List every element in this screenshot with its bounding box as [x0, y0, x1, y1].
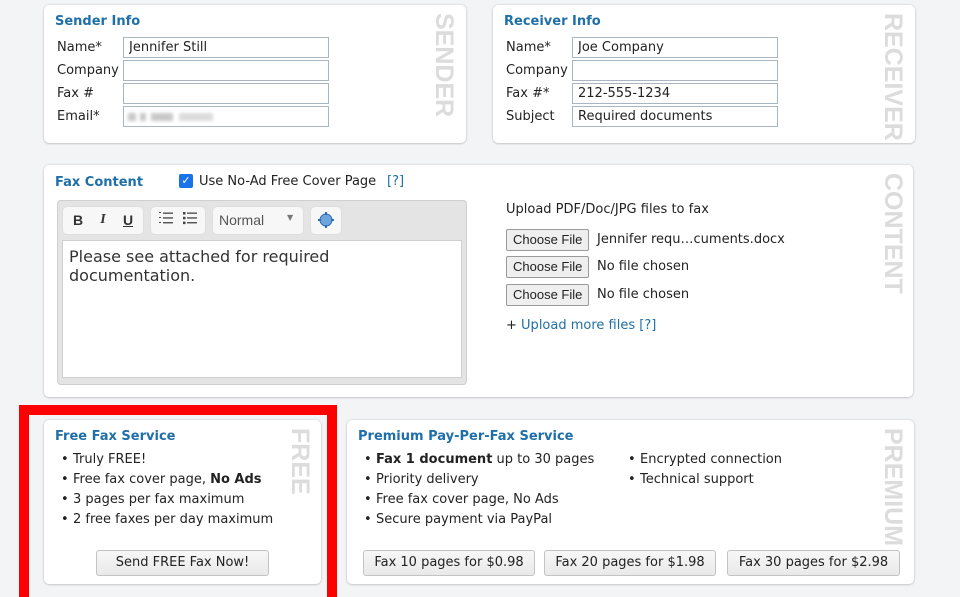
- red-highlight-box: [19, 405, 337, 597]
- bullet-list-icon[interactable]: [181, 211, 199, 229]
- blurred-email-value: [179, 113, 213, 121]
- receiver-name-row: Name*: [506, 37, 806, 58]
- ordered-list-icon[interactable]: [157, 211, 175, 229]
- text-style-group: B I U: [63, 207, 143, 234]
- sender-company-row: Company: [57, 60, 357, 81]
- upload-label: Upload PDF/Doc/JPG files to fax: [506, 202, 709, 217]
- receiver-subject-label: Subject: [506, 109, 555, 124]
- blurred-email-value: [140, 113, 146, 121]
- premium-feature-item: Encrypted connection: [627, 450, 782, 470]
- premium-watermark: PREMIUM: [879, 428, 907, 547]
- premium-service-panel: Premium Pay-Per-Fax Service PREMIUM Fax …: [347, 420, 914, 584]
- sender-email-row: Email*: [57, 106, 357, 127]
- premium-features-list-left: Fax 1 document up to 30 pages Priority d…: [363, 450, 594, 530]
- receiver-name-input[interactable]: [572, 37, 778, 58]
- sender-email-label: Email*: [57, 109, 100, 124]
- upload-more-help-link[interactable]: [?]: [639, 318, 656, 333]
- receiver-info-panel: Receiver Info RECEIVER Name* Company Fax…: [493, 5, 915, 143]
- premium-feature-item: Fax 1 document up to 30 pages: [363, 450, 594, 470]
- sender-name-label: Name*: [57, 40, 102, 55]
- italic-button[interactable]: I: [94, 211, 112, 229]
- choose-file-button-2[interactable]: Choose File: [506, 256, 590, 278]
- premium-feature-item: Free fax cover page, No Ads: [363, 490, 594, 510]
- cover-page-help-link[interactable]: [?]: [387, 174, 404, 189]
- receiver-subject-input[interactable]: [572, 106, 778, 127]
- fullscreen-icon[interactable]: [317, 211, 335, 229]
- sender-company-input[interactable]: [123, 60, 329, 81]
- premium-features-list-right: Encrypted connection Technical support: [627, 450, 782, 490]
- sender-watermark: SENDER: [430, 13, 458, 118]
- receiver-company-label: Company: [506, 63, 568, 78]
- choose-file-button-3[interactable]: Choose File: [506, 284, 590, 306]
- plus-icon: +: [506, 318, 517, 333]
- receiver-subject-row: Subject: [506, 106, 806, 127]
- premium-feature-item: Technical support: [627, 470, 782, 490]
- list-group: [151, 207, 205, 234]
- premium-feature-item: Secure payment via PayPal: [363, 510, 594, 530]
- receiver-info-title: Receiver Info: [504, 14, 601, 29]
- receiver-company-input[interactable]: [572, 60, 778, 81]
- bold-button[interactable]: B: [69, 211, 87, 229]
- receiver-fax-row: Fax #*: [506, 83, 806, 104]
- blurred-email-value: [151, 113, 173, 121]
- fax-content-panel: Fax Content CONTENT ✓ Use No-Ad Free Cov…: [44, 165, 913, 397]
- rich-text-editor: B I U Normal ▼ Please see attached for r…: [57, 200, 467, 385]
- sender-name-row: Name*: [57, 37, 357, 58]
- blurred-email-value: [128, 113, 136, 121]
- sender-fax-label: Fax #: [57, 86, 94, 101]
- receiver-fax-input[interactable]: [572, 83, 778, 104]
- format-select-value: Normal: [219, 212, 265, 228]
- premium-feature-item: Priority delivery: [363, 470, 594, 490]
- upload-more-files-link[interactable]: Upload more files: [521, 318, 635, 333]
- cover-page-label: Use No-Ad Free Cover Page: [199, 174, 377, 189]
- underline-button[interactable]: U: [119, 211, 137, 229]
- upload-more-row: + Upload more files [?]: [506, 318, 656, 333]
- chevron-down-icon: ▼: [287, 213, 294, 222]
- premium-service-title: Premium Pay-Per-Fax Service: [358, 429, 574, 444]
- file-status-2: No file chosen: [597, 259, 690, 274]
- file-status-3: No file chosen: [597, 287, 690, 302]
- sender-fax-row: Fax #: [57, 83, 357, 104]
- fax-30-pages-button[interactable]: Fax 30 pages for $2.98: [727, 550, 900, 576]
- receiver-company-row: Company: [506, 60, 806, 81]
- sender-info-title: Sender Info: [55, 14, 141, 29]
- fax-20-pages-button[interactable]: Fax 20 pages for $1.98: [544, 550, 716, 576]
- fax-10-pages-button[interactable]: Fax 10 pages for $0.98: [363, 550, 535, 576]
- receiver-watermark: RECEIVER: [879, 13, 907, 141]
- file-status-1: Jennifer requ…cuments.docx: [597, 232, 785, 247]
- sender-email-input[interactable]: [123, 106, 329, 127]
- extra-tool-group: [311, 207, 341, 234]
- sender-name-input[interactable]: [123, 37, 329, 58]
- format-select[interactable]: Normal ▼: [213, 207, 303, 234]
- sender-company-label: Company: [57, 63, 119, 78]
- receiver-fax-label: Fax #*: [506, 86, 550, 101]
- sender-fax-input[interactable]: [123, 83, 329, 104]
- fax-content-title: Fax Content: [55, 175, 144, 190]
- receiver-name-label: Name*: [506, 40, 551, 55]
- cover-page-checkbox[interactable]: ✓: [179, 174, 193, 188]
- sender-info-panel: Sender Info SENDER Name* Company Fax # E…: [44, 5, 466, 143]
- choose-file-button-1[interactable]: Choose File: [506, 229, 590, 251]
- content-watermark: CONTENT: [879, 173, 907, 294]
- editor-body[interactable]: Please see attached for required documen…: [62, 240, 462, 378]
